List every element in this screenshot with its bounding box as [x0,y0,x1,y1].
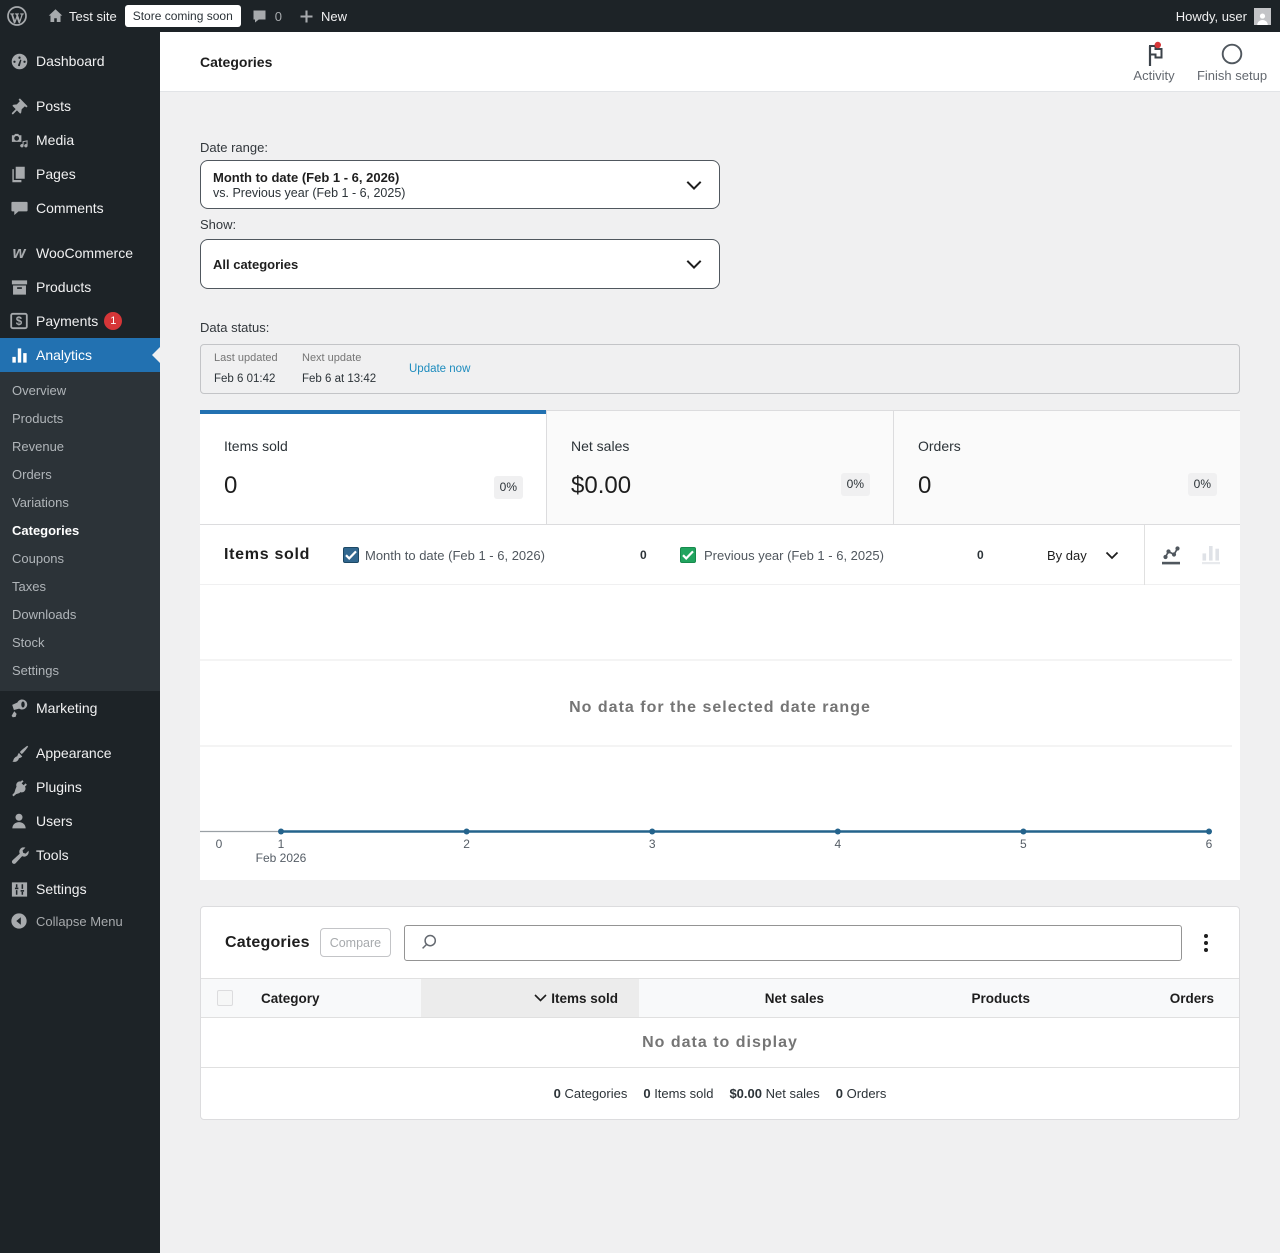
svg-text:2: 2 [463,837,470,851]
svg-text:3: 3 [649,837,656,851]
svg-text:$: $ [16,316,23,328]
svg-text:0: 0 [216,837,223,851]
svg-text:6: 6 [1206,837,1213,851]
svg-text:1: 1 [278,837,285,851]
svg-text:w: w [13,244,27,262]
svg-text:5: 5 [1020,837,1027,851]
svg-text:4: 4 [834,837,841,851]
svg-text:Feb 2026: Feb 2026 [256,851,307,865]
